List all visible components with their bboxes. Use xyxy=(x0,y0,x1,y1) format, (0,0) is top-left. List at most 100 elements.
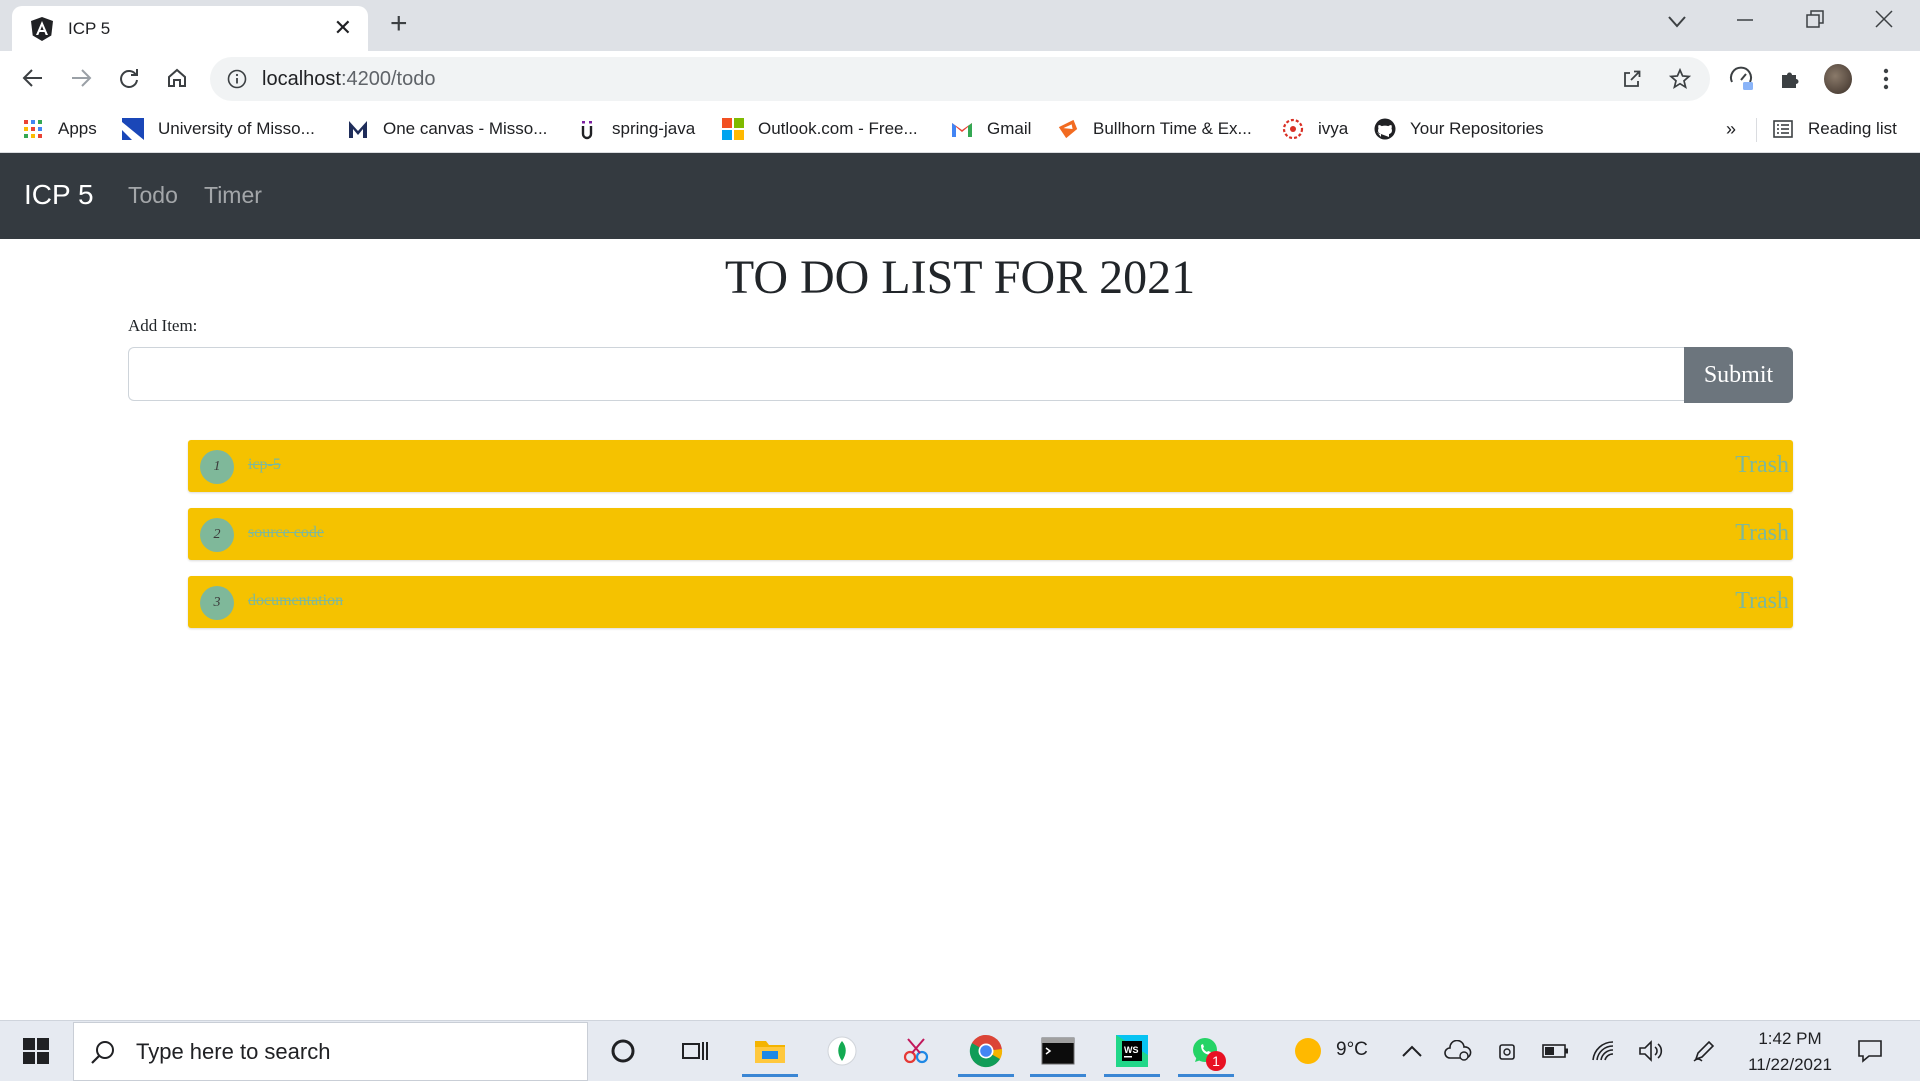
site-info-icon[interactable] xyxy=(226,68,248,90)
todo-item[interactable]: 2 source code Trash xyxy=(188,508,1793,560)
todo-list: 1 icp-5 Trash 2 source code Trash 3 docu… xyxy=(188,440,1793,644)
bookmark-label: ivya xyxy=(1318,119,1349,138)
share-icon[interactable] xyxy=(1620,67,1644,91)
show-hidden-icons-icon[interactable] xyxy=(1392,1031,1432,1071)
reading-list-button[interactable]: Reading list xyxy=(1772,116,1897,142)
bookmark-label: Outlook.com - Free... xyxy=(758,119,918,138)
nav-link-timer[interactable]: Timer xyxy=(204,182,262,209)
mongodb-compass-icon[interactable] xyxy=(822,1031,862,1071)
submit-button[interactable]: Submit xyxy=(1684,347,1793,403)
file-explorer-icon[interactable] xyxy=(742,1031,798,1077)
pen-workspace-icon[interactable] xyxy=(1684,1031,1724,1071)
bookmark-github[interactable]: Your Repositories xyxy=(1374,116,1544,142)
weather-sun-icon[interactable] xyxy=(1288,1031,1328,1071)
bookmark-label: spring-java xyxy=(612,119,696,138)
bookmark-canvas[interactable]: One canvas - Misso... xyxy=(347,116,547,142)
windows-taskbar: Type here to search WS 1 9°C 1:42 PM 11/… xyxy=(0,1020,1920,1081)
restore-icon[interactable] xyxy=(1806,8,1824,34)
bookmark-apps[interactable]: Apps xyxy=(22,116,97,142)
notification-center-icon[interactable] xyxy=(1850,1031,1890,1071)
task-view-icon[interactable] xyxy=(675,1031,715,1071)
battery-icon[interactable] xyxy=(1536,1031,1576,1071)
bullhorn-icon xyxy=(1057,118,1079,140)
onedrive-sync-icon[interactable] xyxy=(1438,1031,1478,1071)
bookmark-label: Apps xyxy=(58,119,97,138)
forward-icon[interactable] xyxy=(66,63,96,93)
reading-list-icon xyxy=(1772,118,1794,140)
meet-now-icon[interactable] xyxy=(1488,1031,1528,1071)
bookmarks-divider xyxy=(1756,118,1757,142)
todo-number-badge: 2 xyxy=(200,518,234,552)
search-placeholder: Type here to search xyxy=(136,1038,331,1064)
canvas-icon xyxy=(347,118,369,140)
trash-button[interactable]: Trash xyxy=(1735,452,1789,479)
bookmark-spring-java[interactable]: spring-java xyxy=(576,116,695,142)
volume-icon[interactable] xyxy=(1632,1031,1672,1071)
extensions-puzzle-icon[interactable] xyxy=(1776,65,1804,93)
chrome-menu-icon[interactable] xyxy=(1872,65,1900,93)
close-window-icon[interactable] xyxy=(1875,8,1893,34)
snip-sketch-icon[interactable] xyxy=(896,1031,936,1071)
url-host: localhost xyxy=(262,67,341,90)
todo-item[interactable]: 1 icp-5 Trash xyxy=(188,440,1793,492)
bookmark-label: Your Repositories xyxy=(1410,119,1544,138)
browser-tabstrip: ICP 5 ✕ + xyxy=(0,0,1920,51)
wifi-icon[interactable] xyxy=(1584,1031,1624,1071)
whatsapp-icon[interactable]: 1 xyxy=(1178,1031,1234,1077)
cortana-icon[interactable] xyxy=(603,1031,643,1071)
notification-badge: 1 xyxy=(1206,1051,1226,1071)
bookmark-gmail[interactable]: Gmail xyxy=(951,116,1031,142)
todo-item[interactable]: 3 documentation Trash xyxy=(188,576,1793,628)
svg-text:WS: WS xyxy=(1124,1045,1139,1055)
todo-text: source code xyxy=(248,524,324,541)
browser-toolbar: localhost:4200/todo xyxy=(0,51,1920,106)
todo-number-badge: 1 xyxy=(200,450,234,484)
todo-text: icp-5 xyxy=(248,456,281,473)
angular-favicon-icon xyxy=(30,16,54,41)
bookmarks-bar: Apps University of Misso... One canvas -… xyxy=(0,106,1920,153)
taskbar-search-box[interactable]: Type here to search xyxy=(73,1022,588,1081)
bookmark-outlook[interactable]: Outlook.com - Free... xyxy=(722,116,918,142)
nav-link-todo[interactable]: Todo xyxy=(128,182,178,209)
address-bar[interactable]: localhost:4200/todo xyxy=(210,57,1710,101)
browser-tab[interactable]: ICP 5 ✕ xyxy=(12,6,368,51)
active-app-indicator xyxy=(1178,1074,1234,1077)
weather-temperature[interactable]: 9°C xyxy=(1336,1039,1368,1061)
bookmarks-overflow-button[interactable]: » xyxy=(1726,116,1736,142)
github-icon xyxy=(1374,118,1396,140)
bookmark-ivya[interactable]: ivya xyxy=(1282,116,1348,142)
tab-search-icon[interactable] xyxy=(1668,8,1686,34)
bookmark-label: Bullhorn Time & Ex... xyxy=(1093,119,1252,138)
add-item-input[interactable] xyxy=(128,347,1684,401)
chrome-icon[interactable] xyxy=(958,1031,1014,1077)
webstorm-icon[interactable]: WS xyxy=(1104,1031,1160,1077)
bookmark-label: University of Misso... xyxy=(158,119,315,138)
clock-time: 1:42 PM xyxy=(1758,1029,1822,1048)
new-tab-icon[interactable]: + xyxy=(390,9,408,39)
trash-button[interactable]: Trash xyxy=(1735,588,1789,615)
reading-list-label: Reading list xyxy=(1808,119,1897,138)
back-icon[interactable] xyxy=(18,63,48,93)
tab-close-icon[interactable]: ✕ xyxy=(334,16,352,40)
spring-icon xyxy=(576,118,598,140)
trash-button[interactable]: Trash xyxy=(1735,520,1789,547)
bookmark-bullhorn[interactable]: Bullhorn Time & Ex... xyxy=(1057,116,1252,142)
ivya-icon xyxy=(1282,118,1304,140)
terminal-icon[interactable] xyxy=(1030,1031,1086,1077)
bookmark-label: Gmail xyxy=(987,119,1032,138)
microsoft-icon xyxy=(722,118,744,140)
home-icon[interactable] xyxy=(162,63,192,93)
bookmark-star-icon[interactable] xyxy=(1668,67,1692,91)
minimize-icon[interactable] xyxy=(1736,8,1754,34)
performance-extension-icon[interactable] xyxy=(1728,65,1756,93)
bookmark-university[interactable]: University of Misso... xyxy=(122,116,315,142)
profile-avatar[interactable] xyxy=(1824,64,1852,94)
clock-date: 11/22/2021 xyxy=(1748,1055,1832,1074)
app-navbar: ICP 5 Todo Timer xyxy=(0,153,1920,239)
brand-link[interactable]: ICP 5 xyxy=(24,179,94,211)
windows-start-icon[interactable] xyxy=(16,1031,56,1071)
active-app-indicator xyxy=(742,1074,798,1077)
reload-icon[interactable] xyxy=(114,63,144,93)
taskbar-clock[interactable]: 1:42 PM 11/22/2021 xyxy=(1740,1026,1840,1078)
url-path: :4200/todo xyxy=(340,67,436,90)
